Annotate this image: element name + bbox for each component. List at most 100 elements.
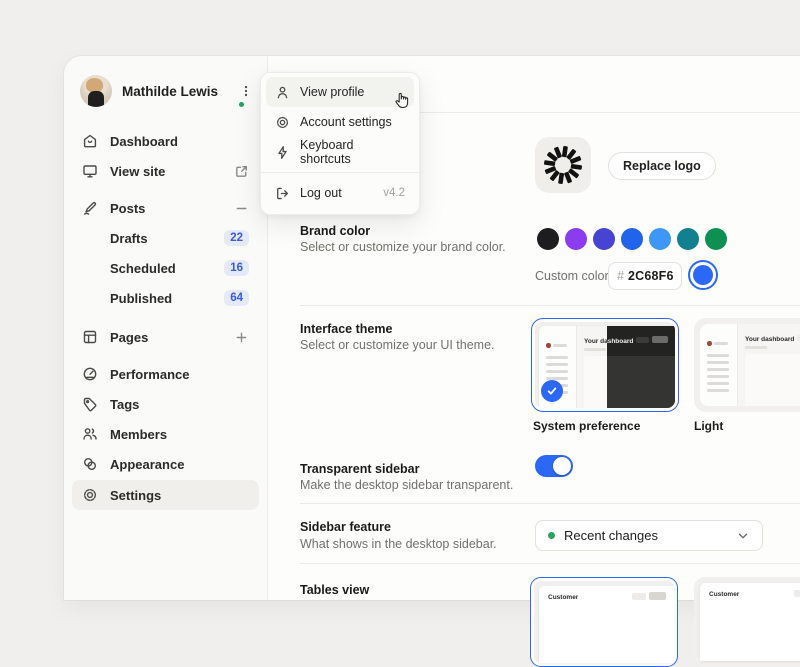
scheduled-count-badge: 16 [224,260,249,276]
preview-heading: Customer [709,591,740,598]
sidebar-item-scheduled[interactable]: Scheduled 16 [72,253,259,283]
sidebar-item-settings[interactable]: Settings [72,480,259,510]
interface-theme-description: Select or customize your UI theme. [300,338,495,352]
sidebar-item-posts[interactable]: Posts [72,193,259,223]
person-icon [275,85,290,100]
custom-color-fill [693,265,713,285]
color-swatch[interactable] [621,228,643,250]
site-logo: /**/ [535,137,591,193]
tables-view-option-alt[interactable]: Customer [694,577,800,667]
menu-item-account-settings[interactable]: Account settings [266,107,414,137]
monitor-icon [82,163,98,179]
sidebar-item-drafts[interactable]: Drafts 22 [72,223,259,253]
user-name: Mathilde Lewis [122,83,219,99]
sidebar: Mathilde Lewis Dashboard View site Posts [64,56,268,600]
transparent-sidebar-description: Make the desktop sidebar transparent. [300,478,514,492]
pen-icon [82,200,98,216]
section-divider [300,503,800,504]
sidebar-item-label: Settings [110,487,162,503]
app-version: v4.2 [383,187,405,199]
custom-color-input[interactable]: # 2C68F6 [608,262,682,290]
custom-color-label: Custom color: [535,269,613,283]
tables-view-title: Tables view [300,583,370,597]
sidebar-item-label: Tags [110,396,140,412]
sidebar-nav: Dashboard View site Posts Drafts 22 Sche… [72,126,259,510]
sidebar-item-label: View site [110,163,166,179]
sidebar-item-appearance[interactable]: Appearance [72,449,259,479]
color-swatch[interactable] [705,228,727,250]
users-icon [82,426,98,442]
transparent-sidebar-toggle[interactable] [535,455,573,477]
brand-color-swatches [537,228,727,250]
sidebar-item-view-site[interactable]: View site [72,156,259,186]
menu-item-keyboard-shortcuts[interactable]: Keyboard shortcuts [266,137,414,167]
sidebar-item-members[interactable]: Members [72,419,259,449]
table-preview: Customer [700,583,800,661]
sidebar-item-label: Drafts [110,230,148,246]
sidebar-item-label: Published [110,290,173,306]
preview-heading: Your dashboard [745,336,795,343]
avatar [80,75,112,107]
sidebar-item-dashboard[interactable]: Dashboard [72,126,259,156]
color-swatch[interactable] [593,228,615,250]
transparent-sidebar-title: Transparent sidebar [300,462,420,476]
external-link-icon[interactable] [234,164,249,179]
table-preview: Customer [539,586,674,663]
home-icon [82,133,98,149]
color-swatch[interactable] [677,228,699,250]
bolt-icon [275,145,290,160]
section-divider [300,305,800,306]
menu-item-view-profile[interactable]: View profile [266,77,414,107]
chevron-down-icon [736,529,750,543]
circles-icon [82,456,98,472]
sidebar-item-label: Pages [110,329,149,345]
menu-divider [261,172,419,173]
menu-item-label: Log out [300,186,342,200]
online-status-dot [237,100,246,109]
brand-color-title: Brand color [300,224,371,238]
sidebar-item-label: Scheduled [110,260,176,276]
user-menu-kebab-icon[interactable] [235,80,257,102]
menu-item-label: Account settings [300,115,392,129]
sidebar-item-tags[interactable]: Tags [72,389,259,419]
sidebar-feature-select[interactable]: Recent changes [535,520,763,551]
gear-icon [275,115,290,130]
sidebar-feature-title: Sidebar feature [300,520,392,534]
color-swatch[interactable] [649,228,671,250]
sidebar-item-pages[interactable]: Pages [72,322,259,352]
hex-value: 2C68F6 [627,269,674,283]
theme-label-system: System preference [533,419,641,433]
gear-icon [82,487,98,503]
tag-icon [82,396,98,412]
section-divider [300,563,800,564]
selected-check-icon [541,380,563,402]
color-swatch[interactable] [537,228,559,250]
sidebar-item-label: Posts [110,200,146,216]
sidebar-item-label: Appearance [110,456,185,472]
custom-color-selected-swatch[interactable] [688,260,718,290]
app-window: Mathilde Lewis Dashboard View site Posts [64,56,800,667]
green-dot-icon [548,532,555,539]
theme-preview: Your dashboard [700,324,800,406]
menu-item-log-out[interactable]: Log out v4.2 [266,178,414,208]
layout-icon [82,329,98,345]
color-swatch[interactable] [565,228,587,250]
menu-item-label: View profile [300,85,365,99]
sidebar-item-label: Members [110,426,168,442]
menu-item-label: Keyboard shortcuts [300,138,354,166]
user-row: Mathilde Lewis [80,75,257,109]
select-value: Recent changes [564,528,658,543]
brand-color-description: Select or customize your brand color. [300,240,506,254]
theme-option-system-preference[interactable]: Your dashboard Your dashboard [531,318,679,412]
tables-view-option-selected[interactable]: Customer [530,577,678,667]
theme-option-light[interactable]: Your dashboard [694,318,800,412]
sidebar-item-performance[interactable]: Performance [72,359,259,389]
sidebar-item-published[interactable]: Published 64 [72,283,259,313]
replace-logo-button[interactable]: Replace logo [608,152,716,180]
collapse-minus-icon[interactable] [234,201,249,216]
interface-theme-title: Interface theme [300,322,393,336]
published-count-badge: 64 [224,290,249,306]
add-plus-icon[interactable] [234,330,249,345]
sidebar-item-label: Performance [110,366,190,382]
theme-label-light: Light [694,419,724,433]
